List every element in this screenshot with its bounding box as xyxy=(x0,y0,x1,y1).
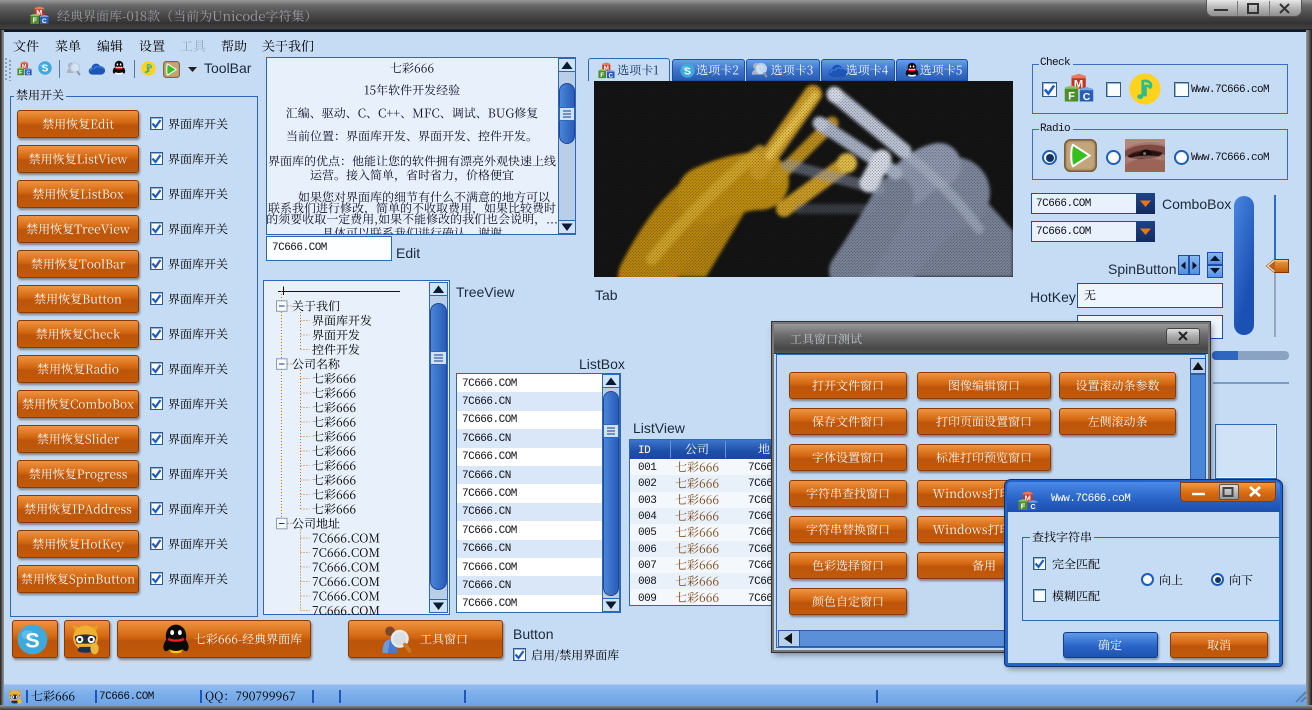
svg-text:S: S xyxy=(25,627,39,652)
svg-text:S: S xyxy=(684,65,691,77)
svg-text:F: F xyxy=(1021,502,1026,511)
svg-text:C: C xyxy=(609,73,614,79)
svg-text:F: F xyxy=(19,70,23,76)
svg-text:C: C xyxy=(1030,504,1035,511)
svg-text:C: C xyxy=(26,71,30,77)
svg-text:F: F xyxy=(33,17,38,25)
svg-text:C: C xyxy=(1083,91,1091,103)
svg-text:F: F xyxy=(600,72,604,79)
svg-text:S: S xyxy=(42,64,49,75)
svg-text:C: C xyxy=(42,18,47,25)
svg-text:F: F xyxy=(1068,90,1075,102)
